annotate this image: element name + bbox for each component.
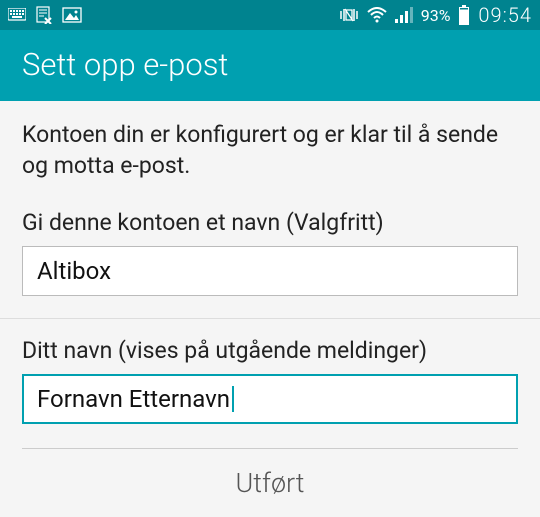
keyboard-icon (8, 8, 26, 22)
app-header: Sett opp e-post (0, 30, 540, 101)
section-divider (0, 318, 540, 319)
setup-description: Kontoen din er konfigurert og er klar ti… (22, 119, 518, 181)
status-bar: 93% 09:54 (0, 0, 540, 30)
vibrate-icon (339, 7, 359, 23)
done-label: Utført (236, 467, 305, 499)
signal-icon (395, 7, 413, 23)
image-icon (62, 7, 82, 23)
text-cursor (232, 386, 234, 412)
page-title: Sett opp e-post (22, 46, 228, 83)
your-name-value: Fornavn Etternavn (37, 385, 230, 413)
your-name-input[interactable]: Fornavn Etternavn (22, 374, 518, 424)
your-name-label: Ditt navn (vises på utgående meldinger) (22, 337, 518, 364)
main-content: Kontoen din er konfigurert og er klar ti… (0, 101, 540, 449)
wifi-icon (367, 7, 387, 23)
battery-percent: 93% (421, 6, 451, 25)
clock: 09:54 (478, 3, 532, 27)
battery-icon (458, 5, 470, 25)
account-name-label: Gi denne kontoen et navn (Valgfritt) (22, 209, 518, 236)
page-x-icon (36, 6, 52, 24)
account-name-input[interactable] (22, 246, 518, 296)
done-button[interactable]: Utført (0, 449, 540, 517)
